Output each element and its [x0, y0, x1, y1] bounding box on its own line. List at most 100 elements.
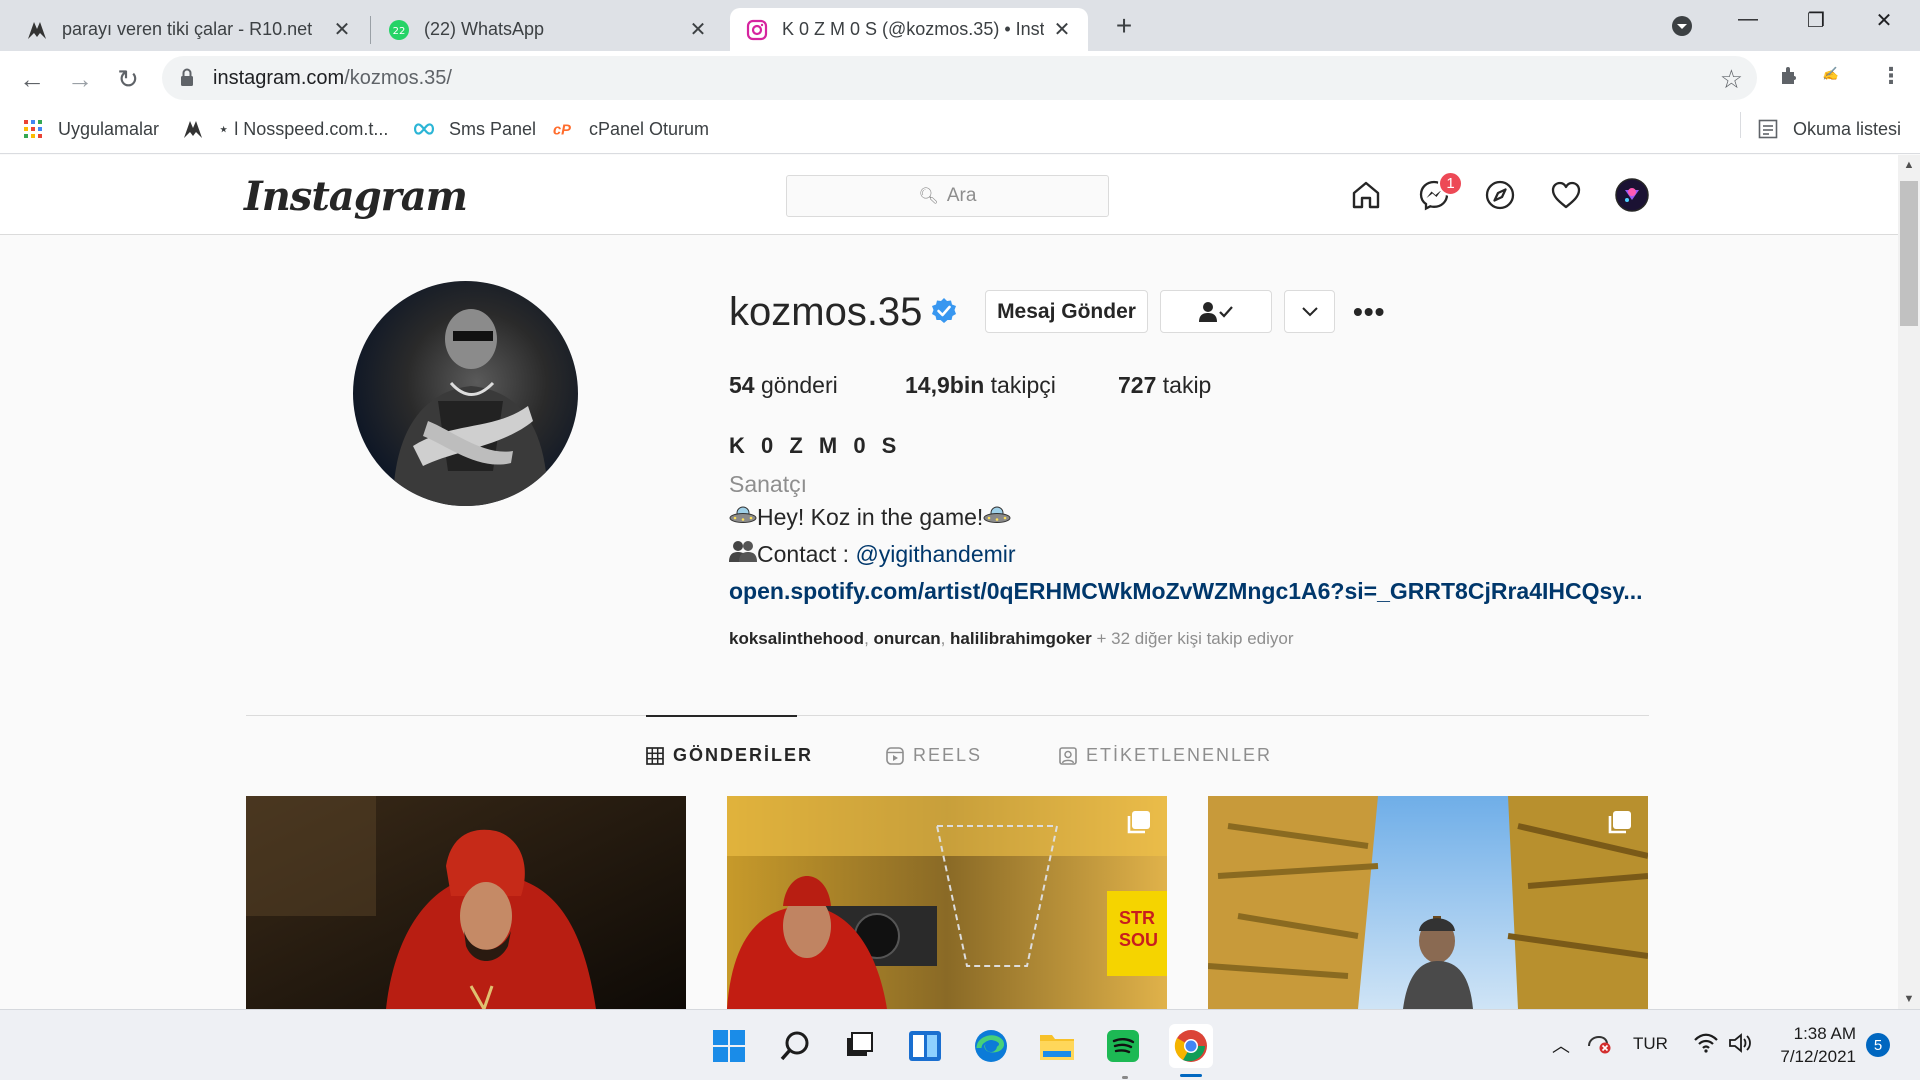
followed-by-user[interactable]: koksalinthehood — [729, 629, 864, 648]
browser-toolbar: ← → ↻ instagram.com/kozmos.35/ ☆ ✍ ⋮ — [0, 51, 1920, 105]
followed-by-user[interactable]: onurcan — [874, 629, 941, 648]
bookmark-apps[interactable]: Uygulamalar — [22, 115, 159, 143]
network-warning-icon[interactable] — [1586, 1032, 1612, 1059]
post-thumbnail[interactable]: STR SOU — [727, 796, 1167, 1009]
search-icon[interactable] — [775, 1026, 815, 1066]
input-language[interactable]: TUR — [1633, 1034, 1668, 1054]
bookmark-label: Uygulamalar — [58, 118, 160, 139]
suggested-dropdown-button[interactable] — [1284, 290, 1335, 333]
chrome-icon[interactable] — [1169, 1024, 1213, 1068]
bookmark-label: Sms Panel — [449, 118, 537, 139]
windows-taskbar: ︿ TUR 1:38 AM 7/12/2021 5 — [0, 1009, 1920, 1080]
instagram-logo[interactable]: Instagram — [244, 173, 468, 220]
volume-icon[interactable] — [1728, 1032, 1754, 1059]
browser-tab-instagram[interactable]: K 0 Z M 0 S (@kozmos.35) • Insta ✕ — [730, 8, 1088, 51]
address-bar[interactable]: instagram.com/kozmos.35/ ☆ — [162, 56, 1757, 100]
bio-line-2: Contact : @yigithandemir — [729, 540, 1016, 568]
posts-count: 54 gönderi — [729, 372, 838, 398]
tab-posts[interactable]: GÖNDERİLER — [646, 745, 813, 766]
scroll-down-arrow[interactable]: ▼ — [1898, 993, 1920, 1005]
post-thumbnail[interactable] — [246, 796, 686, 1009]
multiple-images-icon — [1608, 811, 1631, 834]
home-icon[interactable] — [1348, 177, 1384, 213]
spotify-icon[interactable] — [1103, 1026, 1143, 1066]
reading-list[interactable]: Okuma listesi — [1757, 115, 1901, 143]
widgets-icon[interactable] — [905, 1026, 945, 1066]
profile-avatar[interactable] — [353, 281, 578, 506]
new-tab-button[interactable]: + — [1108, 10, 1140, 42]
page-scrollbar[interactable]: ▲ ▼ — [1898, 155, 1920, 1009]
close-icon[interactable]: ✕ — [332, 17, 352, 42]
instagram-icon — [746, 19, 768, 41]
bio-external-link[interactable]: open.spotify.com/artist/0qERHMCWkMoZvWZM… — [729, 578, 1643, 605]
file-explorer-icon[interactable] — [1037, 1026, 1077, 1066]
restore-button[interactable]: ❐ — [1796, 8, 1836, 33]
bio-text: Contact : — [757, 541, 856, 567]
chrome-menu-icon[interactable]: ⋮ — [1880, 63, 1902, 89]
scrollbar-thumb[interactable] — [1900, 181, 1918, 326]
clock-time: 1:38 AM — [1793, 1024, 1856, 1043]
tab-label: ETİKETLENENLER — [1086, 745, 1273, 765]
ufo-icon — [983, 506, 1011, 523]
bio-mention-link[interactable]: @yigithandemir — [855, 541, 1015, 567]
extensions-icon[interactable] — [1778, 63, 1802, 93]
browser-tab-whatsapp[interactable]: 22 (22) WhatsApp ✕ — [372, 8, 724, 51]
profile-avatar-toolbar[interactable]: ✍ — [1822, 67, 1838, 82]
heart-icon[interactable] — [1548, 177, 1584, 213]
forward-button[interactable]: → — [62, 61, 98, 97]
back-button[interactable]: ← — [14, 61, 50, 97]
infinity-icon — [413, 118, 435, 140]
instagram-header: Instagram 🔍︎ Ara 1 — [0, 155, 1898, 235]
notification-badge[interactable]: 5 — [1866, 1033, 1890, 1057]
svg-text:SOU: SOU — [1119, 930, 1158, 950]
bookmark-nosspeed[interactable]: ⋆ l Nosspeed.com.t... — [182, 115, 388, 143]
tab-label: REELS — [913, 745, 983, 765]
apps-grid-icon — [22, 118, 44, 140]
reading-list-label: Okuma listesi — [1793, 118, 1902, 139]
system-clock[interactable]: 1:38 AM 7/12/2021 — [1772, 1022, 1856, 1068]
r10-icon — [182, 118, 204, 140]
close-window-button[interactable]: ✕ — [1864, 8, 1904, 33]
profile-avatar-nav[interactable] — [1614, 177, 1650, 213]
edge-browser-icon[interactable] — [971, 1026, 1011, 1066]
start-windows-icon[interactable] — [709, 1026, 749, 1066]
explore-icon[interactable] — [1482, 177, 1518, 213]
bookmark-cpanel[interactable]: cP cPanel Oturum — [553, 115, 709, 143]
minimize-button[interactable]: — — [1728, 8, 1768, 31]
browser-tab-r10[interactable]: parayı veren tiki çalar - R10.net ✕ — [10, 8, 368, 51]
tagged-person-icon — [1059, 746, 1077, 765]
post-thumbnail[interactable] — [1208, 796, 1648, 1009]
followers-count[interactable]: 14,9bin takipçi — [905, 372, 1056, 399]
tab-reels[interactable]: REELS — [886, 745, 982, 766]
active-tab-indicator — [646, 715, 797, 717]
following-person-check-icon — [1199, 301, 1233, 322]
tab-tagged[interactable]: ETİKETLENENLER — [1059, 745, 1272, 766]
following-count[interactable]: 727 takip — [1118, 372, 1211, 399]
more-options-icon[interactable]: ••• — [1353, 296, 1385, 328]
close-icon[interactable]: ✕ — [688, 17, 708, 42]
tray-overflow-chevron-icon[interactable]: ︿ — [1552, 1032, 1570, 1058]
tab-search-button[interactable] — [1662, 8, 1702, 44]
clock-date: 7/12/2021 — [1780, 1047, 1856, 1066]
following-button[interactable] — [1160, 290, 1272, 333]
messenger-badge: 1 — [1438, 171, 1463, 196]
task-view-icon[interactable] — [839, 1026, 879, 1066]
wifi-icon[interactable] — [1693, 1032, 1719, 1059]
search-input[interactable]: 🔍︎ Ara — [786, 175, 1109, 217]
followed-by-more: + 32 diğer kişi takip ediyor — [1096, 629, 1294, 648]
followed-by[interactable]: koksalinthehood, onurcan, halilibrahimgo… — [729, 629, 1294, 649]
reload-button[interactable]: ↻ — [110, 61, 146, 97]
people-silhouette-icon — [729, 541, 757, 562]
bookmark-star-icon[interactable]: ☆ — [1720, 64, 1743, 95]
scroll-up-arrow[interactable]: ▲ — [1898, 159, 1920, 171]
lock-icon — [181, 68, 193, 86]
search-icon: 🔍︎ — [918, 188, 939, 205]
send-message-button[interactable]: Mesaj Gönder — [985, 290, 1148, 333]
close-icon[interactable]: ✕ — [1052, 17, 1072, 42]
svg-text:cP: cP — [553, 123, 571, 139]
followed-by-user[interactable]: halilibrahimgoker — [950, 629, 1092, 648]
bookmarks-bar: Uygulamalar ⋆ l Nosspeed.com.t... Sms Pa… — [0, 105, 1920, 154]
spotify-running-indicator — [1122, 1076, 1128, 1079]
reading-list-icon — [1757, 118, 1779, 140]
bookmark-sms-panel[interactable]: Sms Panel — [413, 115, 536, 143]
